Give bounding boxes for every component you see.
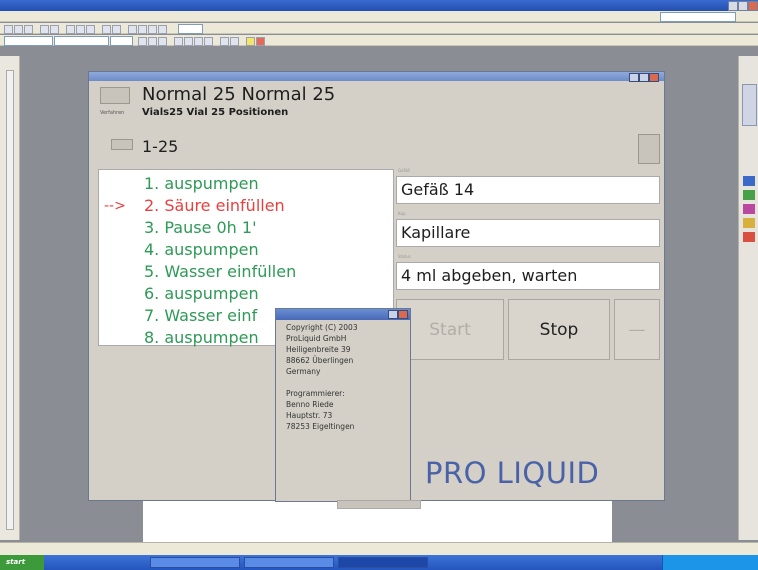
font-select[interactable] [54, 36, 109, 46]
close-icon[interactable] [649, 73, 659, 82]
scrollbar-thumb[interactable] [742, 84, 757, 126]
align-left-icon[interactable] [174, 37, 183, 46]
start-button[interactable]: Start [396, 299, 504, 360]
open-icon[interactable] [14, 25, 23, 34]
align-right-icon[interactable] [194, 37, 203, 46]
table-icon[interactable] [138, 25, 147, 34]
maximize-icon[interactable] [738, 1, 748, 11]
vertical-ruler [6, 70, 14, 530]
list-item: 8. auspumpen [144, 328, 259, 347]
extra-button[interactable]: — [614, 299, 660, 360]
list-item: 2. Säure einfüllen [144, 196, 285, 215]
taskbar-item-active[interactable] [338, 557, 428, 568]
zoom-select[interactable] [178, 24, 203, 34]
color-swatch-icon[interactable] [743, 176, 755, 186]
stop-button[interactable]: Stop [508, 299, 610, 360]
word-menu-bar [0, 11, 758, 22]
list-item: 6. auspumpen [144, 284, 259, 303]
minimize-icon[interactable] [728, 1, 738, 11]
start-button[interactable]: start [0, 555, 44, 570]
list-item: 7. Wasser einf [144, 306, 258, 325]
status-field: 4 ml abgeben, warten [396, 262, 660, 290]
undo-icon[interactable] [102, 25, 111, 34]
italic-icon[interactable] [148, 37, 157, 46]
about-dialog: Copyright (C) 2003 ProLiquid GmbH Heilig… [275, 308, 411, 502]
brand-logo: PRO LIQUID [425, 456, 600, 490]
status-tag: Status [398, 254, 411, 259]
print-icon[interactable] [40, 25, 49, 34]
copy-icon[interactable] [76, 25, 85, 34]
style-select[interactable] [4, 36, 53, 46]
system-tray [662, 555, 758, 570]
formatting-toolbar [0, 35, 758, 46]
align-center-icon[interactable] [184, 37, 193, 46]
taskbar-item[interactable] [150, 557, 240, 568]
close-icon[interactable] [748, 1, 758, 11]
list-item: 5. Wasser einfüllen [144, 262, 297, 281]
color-swatch-icon[interactable] [743, 204, 755, 214]
status-bar [0, 542, 758, 555]
standard-toolbar [0, 23, 758, 34]
active-step-marker: --> [104, 198, 126, 214]
list-item: 4. auspumpen [144, 240, 259, 259]
dialog-bottom-bar [337, 500, 421, 509]
list-item: 1. auspumpen [144, 174, 259, 193]
vertical-scrollbar[interactable] [738, 56, 758, 540]
method-select-button[interactable] [100, 87, 130, 104]
range-select-button[interactable] [111, 139, 133, 150]
app-title-bar [89, 72, 664, 82]
capillary-tag: Kap. [398, 211, 407, 216]
close-icon[interactable] [398, 310, 408, 319]
capillary-field: Kapillare [396, 219, 660, 247]
bold-icon[interactable] [138, 37, 147, 46]
color-swatch-icon[interactable] [743, 190, 755, 200]
range-dropdown-button[interactable] [638, 134, 660, 164]
numbering-icon[interactable] [220, 37, 229, 46]
columns-icon[interactable] [148, 25, 157, 34]
vessel-field: Gefäß 14 [396, 176, 660, 204]
redo-icon[interactable] [112, 25, 121, 34]
maximize-icon[interactable] [639, 73, 649, 82]
justify-icon[interactable] [204, 37, 213, 46]
word-title-bar [0, 0, 758, 11]
list-item: 3. Pause 0h 1' [144, 218, 257, 237]
taskbar: start [0, 555, 758, 570]
bullets-icon[interactable] [230, 37, 239, 46]
about-title-bar [276, 309, 410, 320]
method-tag-label: Verfahren [100, 110, 125, 116]
minimize-icon[interactable] [388, 310, 398, 319]
save-icon[interactable] [24, 25, 33, 34]
highlight-icon[interactable] [246, 37, 255, 46]
color-swatch-icon[interactable] [743, 218, 755, 228]
method-title: Normal 25 Normal 25 [142, 84, 336, 105]
underline-icon[interactable] [158, 37, 167, 46]
new-icon[interactable] [4, 25, 13, 34]
drawing-icon[interactable] [158, 25, 167, 34]
taskbar-item[interactable] [244, 557, 334, 568]
vessel-tag: Gefäß [398, 168, 410, 173]
font-color-icon[interactable] [256, 37, 265, 46]
position-range: 1-25 [142, 137, 179, 156]
font-size-select[interactable] [110, 36, 133, 46]
cut-icon[interactable] [66, 25, 75, 34]
preview-icon[interactable] [50, 25, 59, 34]
about-text: Copyright (C) 2003 ProLiquid GmbH Heilig… [286, 323, 358, 431]
link-icon[interactable] [128, 25, 137, 34]
help-search-box[interactable] [660, 12, 736, 22]
minimize-icon[interactable] [629, 73, 639, 82]
method-subtitle: Vials25 Vial 25 Positionen [142, 107, 289, 118]
color-swatch-icon[interactable] [743, 232, 755, 242]
paste-icon[interactable] [86, 25, 95, 34]
